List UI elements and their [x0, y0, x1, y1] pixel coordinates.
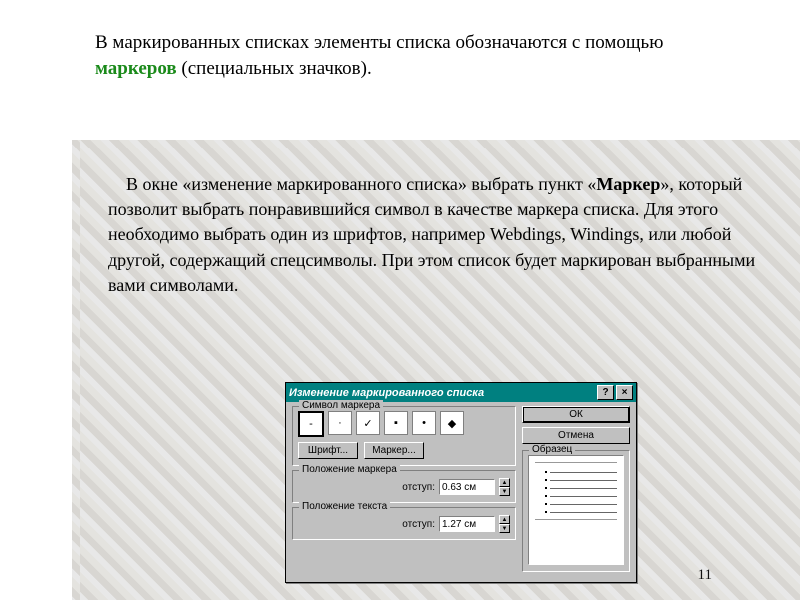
- marker-indent-row: отступ: 0.63 см ▲▼: [298, 478, 510, 496]
- group-marker-symbol: Символ маркера - · ✓ ▪ • ◆ Шрифт... Марк…: [292, 406, 516, 466]
- marker-option-2[interactable]: ·: [328, 411, 352, 435]
- intro-text-2: (специальных значков).: [177, 58, 372, 79]
- body-bold: Маркер: [596, 174, 660, 194]
- page-number: 11: [698, 567, 712, 584]
- group-preview: Образец: [522, 450, 630, 572]
- preview-line: [535, 462, 617, 463]
- preview-bullet-line: [545, 479, 617, 481]
- marker-indent-spinner[interactable]: ▲▼: [499, 478, 510, 496]
- intro-text-1: В маркированных списках элементы списка …: [95, 32, 663, 53]
- marker-indent-label: отступ:: [402, 482, 435, 493]
- text-indent-spinner[interactable]: ▲▼: [499, 515, 510, 533]
- ok-button[interactable]: ОК: [522, 406, 630, 423]
- preview-line: [535, 519, 617, 520]
- group-text-position-title: Положение текста: [299, 501, 390, 512]
- dialog-left-column: Символ маркера - · ✓ ▪ • ◆ Шрифт... Марк…: [292, 406, 516, 576]
- text-indent-label: отступ:: [402, 519, 435, 530]
- intro-emphasis: маркеров: [95, 58, 177, 79]
- preview-bullet-line: [545, 487, 617, 489]
- text-indent-row: отступ: 1.27 см ▲▼: [298, 515, 510, 533]
- body-text-1: В окне «изменение маркированного списка»…: [126, 174, 596, 194]
- marker-indent-field[interactable]: 0.63 см: [439, 479, 495, 495]
- marker-option-6[interactable]: ◆: [440, 411, 464, 435]
- group-marker-position: Положение маркера отступ: 0.63 см ▲▼: [292, 470, 516, 503]
- dialog-body: Символ маркера - · ✓ ▪ • ◆ Шрифт... Марк…: [286, 402, 636, 582]
- chevron-down-icon[interactable]: ▼: [499, 524, 510, 533]
- body-paragraph: В окне «изменение маркированного списка»…: [108, 172, 770, 298]
- group-text-position: Положение текста отступ: 1.27 см ▲▼: [292, 507, 516, 540]
- group-marker-position-title: Положение маркера: [299, 464, 400, 475]
- dialog-right-column: ОК Отмена Образец: [522, 406, 630, 576]
- marker-option-3[interactable]: ✓: [356, 411, 380, 435]
- cancel-button[interactable]: Отмена: [522, 427, 630, 444]
- dialog-window: Изменение маркированного списка ? × Симв…: [285, 382, 637, 583]
- intro-paragraph: В маркированных списках элементы списка …: [0, 0, 800, 93]
- group-preview-title: Образец: [529, 444, 575, 455]
- dialog-title-text: Изменение маркированного списка: [289, 387, 595, 399]
- chevron-up-icon[interactable]: ▲: [499, 478, 510, 487]
- text-indent-field[interactable]: 1.27 см: [439, 516, 495, 532]
- close-icon[interactable]: ×: [616, 385, 633, 400]
- preview-bullet-line: [545, 495, 617, 497]
- slide: В маркированных списках элементы списка …: [0, 0, 800, 600]
- font-button[interactable]: Шрифт...: [298, 442, 358, 459]
- help-icon[interactable]: ?: [597, 385, 614, 400]
- marker-option-4[interactable]: ▪: [384, 411, 408, 435]
- marker-option-1[interactable]: -: [298, 411, 324, 437]
- preview-bullet-line: [545, 511, 617, 513]
- chevron-down-icon[interactable]: ▼: [499, 487, 510, 496]
- marker-option-5[interactable]: •: [412, 411, 436, 435]
- marker-button[interactable]: Маркер...: [364, 442, 424, 459]
- preview-bullet-line: [545, 471, 617, 473]
- preview-box: [528, 455, 624, 565]
- group-marker-symbol-title: Символ маркера: [299, 400, 383, 411]
- marker-options: - · ✓ ▪ • ◆: [298, 411, 510, 437]
- symbol-buttons: Шрифт... Маркер...: [298, 442, 510, 459]
- preview-bullet-line: [545, 503, 617, 505]
- chevron-up-icon[interactable]: ▲: [499, 515, 510, 524]
